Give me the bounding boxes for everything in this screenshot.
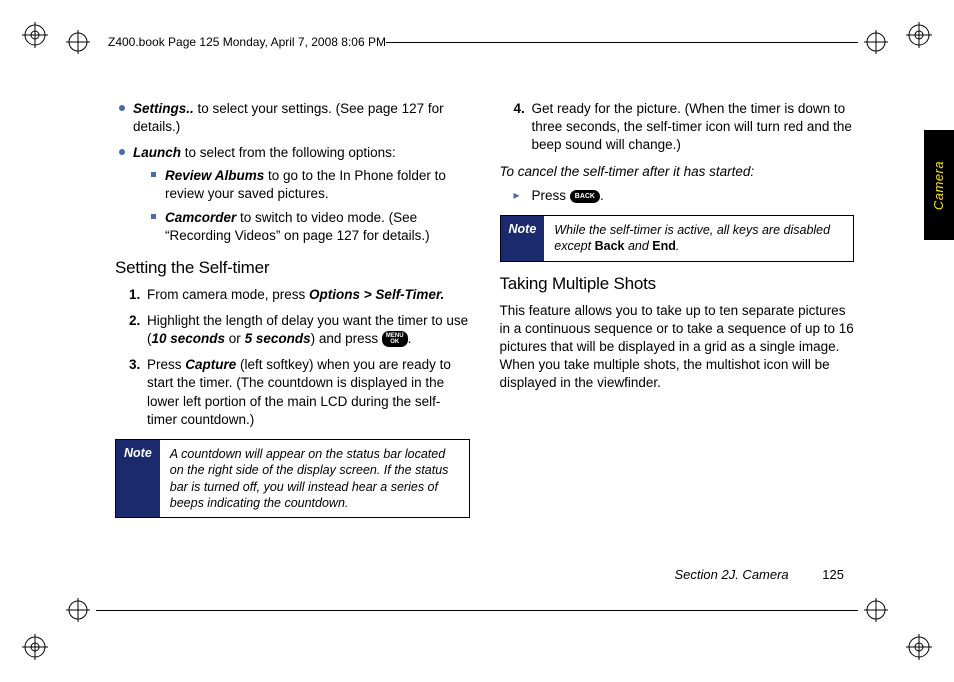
registration-mark-icon bbox=[906, 22, 932, 48]
step-text: From camera mode, press bbox=[147, 287, 309, 302]
step-text: Press bbox=[532, 188, 570, 203]
step-text: . bbox=[600, 188, 604, 203]
step-text: Get ready for the picture. (When the tim… bbox=[532, 101, 852, 152]
note-box: Note While the self-timer is active, all… bbox=[500, 215, 855, 262]
crosshair-icon bbox=[864, 30, 888, 54]
crosshair-icon bbox=[864, 598, 888, 622]
footer-rule bbox=[60, 598, 894, 622]
crosshair-icon bbox=[66, 30, 90, 54]
heading-multiple-shots: Taking Multiple Shots bbox=[500, 274, 855, 294]
back-key-icon: BACK bbox=[570, 190, 600, 203]
registration-mark-icon bbox=[906, 634, 932, 660]
section-tab: Camera bbox=[924, 130, 954, 240]
list-item: Settings.. to select your settings. (See… bbox=[119, 100, 470, 136]
step-item: Highlight the length of delay you want t… bbox=[129, 312, 470, 348]
cancel-heading: To cancel the self-timer after it has st… bbox=[500, 163, 855, 181]
options-list: Settings.. to select your settings. (See… bbox=[119, 100, 470, 246]
header-rule: Z400.book Page 125 Monday, April 7, 2008… bbox=[60, 30, 894, 54]
note-box: Note A countdown will appear on the stat… bbox=[115, 439, 470, 518]
param: 10 seconds bbox=[152, 331, 226, 346]
header-book-info: Z400.book Page 125 Monday, April 7, 2008… bbox=[108, 35, 386, 49]
note-label: Note bbox=[501, 216, 545, 261]
note-body: While the self-timer is active, all keys… bbox=[544, 216, 853, 261]
note-label: Note bbox=[116, 440, 160, 517]
self-timer-steps-cont: Get ready for the picture. (When the tim… bbox=[514, 100, 855, 155]
list-item: Camcorder to switch to video mode. (See … bbox=[151, 209, 470, 245]
cancel-steps: Press BACK. bbox=[514, 187, 855, 205]
option-text: to select from the following options: bbox=[181, 145, 396, 160]
option-name: Launch bbox=[133, 145, 181, 160]
menu-ok-key-icon: MENUOK bbox=[382, 331, 408, 347]
page-body: Settings.. to select your settings. (See… bbox=[115, 100, 854, 562]
self-timer-steps: From camera mode, press Options > Self-T… bbox=[129, 286, 470, 430]
option-name: Settings.. bbox=[133, 101, 194, 116]
note-body: A countdown will appear on the status ba… bbox=[160, 440, 469, 517]
step-text: ) and press bbox=[311, 331, 382, 346]
list-item: Launch to select from the following opti… bbox=[119, 144, 470, 245]
left-column: Settings.. to select your settings. (See… bbox=[115, 100, 470, 562]
section-tab-label: Camera bbox=[932, 160, 947, 209]
page-number: 125 bbox=[822, 567, 844, 582]
page-footer: Section 2J. Camera 125 bbox=[675, 567, 845, 582]
heading-self-timer: Setting the Self-timer bbox=[115, 258, 470, 278]
option-name: Review Albums bbox=[165, 168, 264, 183]
sub-options-list: Review Albums to go to the In Phone fold… bbox=[151, 167, 470, 246]
ui-path: Options > Self-Timer. bbox=[309, 287, 444, 302]
right-column: Get ready for the picture. (When the tim… bbox=[500, 100, 855, 562]
crosshair-icon bbox=[66, 598, 90, 622]
step-item: From camera mode, press Options > Self-T… bbox=[129, 286, 470, 304]
list-item: Review Albums to go to the In Phone fold… bbox=[151, 167, 470, 203]
step-item: Press Capture (left softkey) when you ar… bbox=[129, 356, 470, 429]
list-item: Press BACK. bbox=[514, 187, 855, 205]
step-text: Press bbox=[147, 357, 185, 372]
param: 5 seconds bbox=[245, 331, 311, 346]
footer-section: Section 2J. Camera bbox=[675, 567, 789, 582]
registration-mark-icon bbox=[22, 22, 48, 48]
step-text: or bbox=[225, 331, 245, 346]
option-name: Camcorder bbox=[165, 210, 236, 225]
softkey-name: Capture bbox=[185, 357, 236, 372]
multi-shots-paragraph: This feature allows you to take up to te… bbox=[500, 302, 855, 393]
step-item: Get ready for the picture. (When the tim… bbox=[514, 100, 855, 155]
step-text: . bbox=[408, 331, 412, 346]
registration-mark-icon bbox=[22, 634, 48, 660]
